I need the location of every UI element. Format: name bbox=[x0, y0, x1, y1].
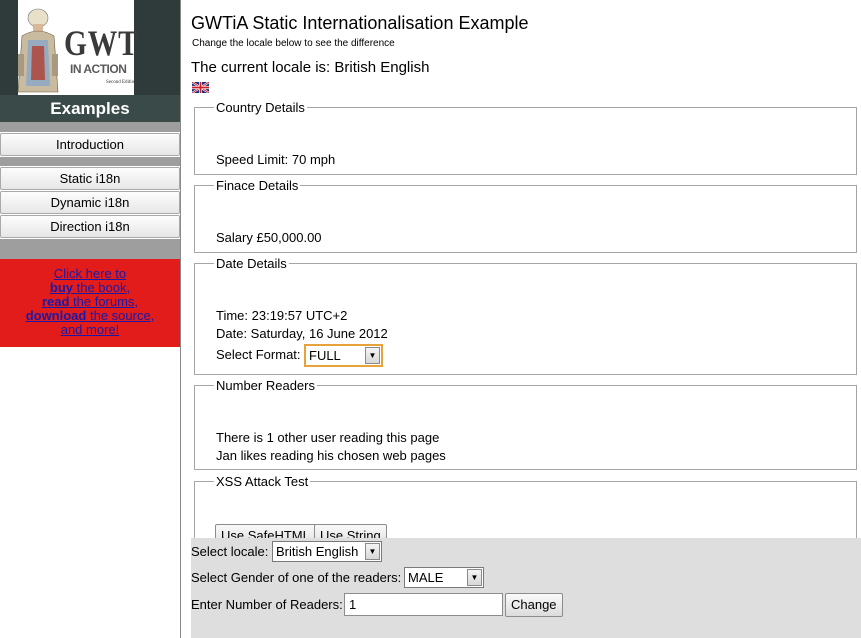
promo-buy: buy bbox=[49, 280, 73, 295]
gender-label: Select Gender of one of the readers: bbox=[191, 570, 402, 585]
locale-label: Select locale: bbox=[191, 544, 269, 559]
promo-read: read bbox=[41, 294, 70, 309]
format-label: Select Format: bbox=[216, 347, 301, 362]
salary-text: Salary £50,000.00 bbox=[216, 230, 322, 245]
promo-line: and more! bbox=[60, 322, 120, 337]
locale-select[interactable]: British English ▼ bbox=[272, 541, 382, 562]
readers-line-1: There is 1 other user reading this page bbox=[216, 430, 440, 445]
nav-introduction[interactable]: Introduction bbox=[0, 133, 180, 156]
main-content: GWTiA Static Internationalisation Exampl… bbox=[191, 0, 861, 638]
locale-controls-panel: Select locale: British English ▼ Select … bbox=[191, 538, 861, 638]
country-details-legend: Country Details bbox=[216, 100, 305, 115]
promo-box: Click here to buy the book, read the for… bbox=[0, 259, 180, 347]
country-details-panel: Country Details Speed Limit: 70 mph bbox=[194, 100, 857, 175]
change-button[interactable]: Change bbox=[505, 593, 563, 617]
gwt-in-action-logo: GWT IN ACTION Second Edition bbox=[0, 0, 180, 95]
chevron-down-icon[interactable]: ▼ bbox=[365, 347, 380, 364]
logo-edition: Second Edition bbox=[106, 80, 137, 85]
date-text: Date: Saturday, 16 June 2012 bbox=[216, 326, 388, 341]
finance-details-legend: Finace Details bbox=[216, 178, 299, 193]
sidebar-divider bbox=[0, 122, 180, 132]
promo-line: the book, bbox=[73, 280, 131, 295]
sidebar-divider bbox=[0, 157, 180, 166]
chevron-down-icon[interactable]: ▼ bbox=[467, 569, 482, 586]
gender-select-value: MALE bbox=[408, 570, 444, 585]
promo-download: download bbox=[25, 308, 87, 323]
current-locale-text: The current locale is: British English bbox=[191, 59, 430, 76]
finance-details-panel: Finace Details Salary £50,000.00 bbox=[194, 178, 857, 253]
nav-direction-i18n[interactable]: Direction i18n bbox=[0, 215, 180, 238]
promo-link[interactable]: Click here to buy the book, read the for… bbox=[26, 266, 155, 337]
readers-count-label: Enter Number of Readers: bbox=[191, 597, 343, 612]
format-select[interactable]: FULL ▼ bbox=[304, 344, 383, 367]
locale-select-value: British English bbox=[276, 544, 359, 559]
gender-select[interactable]: MALE ▼ bbox=[404, 567, 484, 588]
readers-line-2: Jan likes reading his chosen web pages bbox=[216, 448, 446, 463]
promo-line: Click here to bbox=[53, 266, 127, 281]
number-readers-panel: Number Readers There is 1 other user rea… bbox=[194, 378, 857, 470]
page-title: GWTiA Static Internationalisation Exampl… bbox=[191, 13, 529, 33]
logo-subtitle: IN ACTION bbox=[70, 62, 127, 76]
logo-title: GWT bbox=[64, 23, 139, 63]
uk-flag-icon bbox=[192, 82, 209, 93]
sidebar: GWT IN ACTION Second Edition Examples In… bbox=[0, 0, 181, 638]
nav-static-i18n[interactable]: Static i18n bbox=[0, 167, 180, 190]
number-readers-legend: Number Readers bbox=[216, 378, 315, 393]
date-details-legend: Date Details bbox=[216, 256, 287, 271]
format-select-value: FULL bbox=[309, 348, 341, 363]
time-text: Time: 23:19:57 UTC+2 bbox=[216, 308, 348, 323]
readers-count-input[interactable]: 1 bbox=[344, 593, 503, 616]
chevron-down-icon[interactable]: ▼ bbox=[365, 543, 380, 560]
page-subtitle: Change the locale below to see the diffe… bbox=[192, 38, 395, 49]
date-details-panel: Date Details Time: 23:19:57 UTC+2 Date: … bbox=[194, 256, 857, 375]
examples-header: Examples bbox=[0, 95, 180, 122]
book-cover-figure-icon bbox=[17, 8, 59, 93]
xss-attack-legend: XSS Attack Test bbox=[216, 474, 309, 489]
promo-line: the forums, bbox=[69, 294, 139, 309]
speed-limit-text: Speed Limit: 70 mph bbox=[216, 152, 336, 167]
promo-line: the source, bbox=[86, 308, 155, 323]
sidebar-divider bbox=[0, 239, 180, 259]
nav-dynamic-i18n[interactable]: Dynamic i18n bbox=[0, 191, 180, 214]
